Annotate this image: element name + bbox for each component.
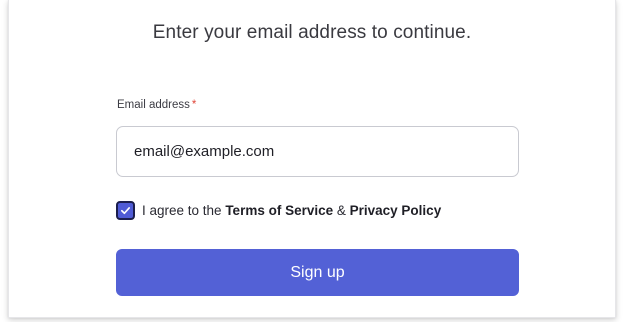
- email-input[interactable]: [116, 126, 519, 177]
- signup-card: Enter your email address to continue. Em…: [8, 0, 616, 318]
- email-label: Email address *: [117, 99, 196, 111]
- sign-up-button[interactable]: Sign up: [116, 249, 519, 296]
- agree-checkbox[interactable]: [116, 201, 135, 220]
- agree-prefix: I agree to the: [142, 203, 226, 218]
- page-heading: Enter your email address to continue.: [152, 22, 472, 43]
- agree-separator: &: [333, 203, 350, 218]
- checkmark-icon: [121, 207, 130, 215]
- agree-row: I agree to the Terms of Service & Privac…: [116, 201, 441, 220]
- email-label-text: Email address: [117, 99, 190, 111]
- privacy-policy-link[interactable]: Privacy Policy: [350, 203, 442, 218]
- required-mark: *: [191, 99, 197, 111]
- terms-of-service-link[interactable]: Terms of Service: [225, 203, 333, 218]
